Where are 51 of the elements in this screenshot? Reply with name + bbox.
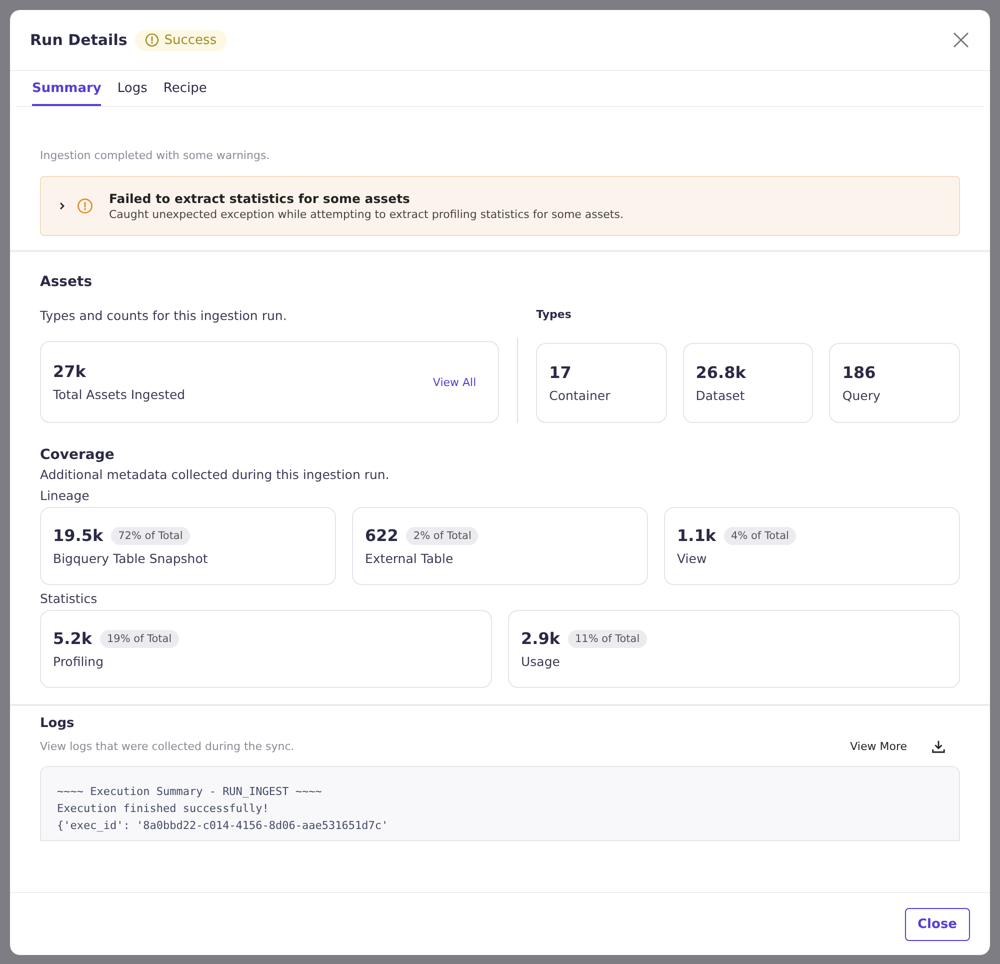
log-line: {'exec_id': '8a0bbd22-c014-4156-8d06-aae531651d7c' (57, 818, 390, 834)
log-line: Execution finished successfully! (57, 801, 270, 817)
stat-value: 27k (53, 362, 87, 381)
share-badge: 2% of Total (406, 526, 478, 544)
share-badge: 19% of Total (100, 630, 179, 648)
download-icon[interactable] (931, 739, 946, 754)
section-title: Coverage (40, 447, 116, 463)
tab[interactable]: Recipe (163, 71, 207, 106)
stat-value: 622 (365, 526, 398, 545)
stat-value: 186 (842, 363, 877, 382)
stat-label: Dataset (696, 388, 746, 403)
stat-label: Container (549, 388, 612, 403)
section-title: Logs (40, 716, 76, 731)
close-icon[interactable] (952, 31, 970, 49)
stat-label: Profiling (53, 654, 105, 669)
warning-icon (77, 198, 93, 214)
share-badge: 11% of Total (568, 630, 647, 648)
stat-value: 17 (549, 363, 572, 382)
stat-label: Bigquery Table Snapshot (53, 551, 209, 566)
stat-value: 2.9k (521, 629, 560, 648)
stat-value: 26.8k (696, 363, 747, 382)
stat-label: Usage (521, 654, 561, 669)
warning-icon (145, 33, 160, 47)
types-label: Types (536, 308, 572, 321)
tab[interactable]: Logs (117, 71, 148, 106)
status-badge: Success (135, 30, 227, 50)
stat-value: 19.5k (53, 526, 104, 545)
stat-value: 1.1k (677, 526, 716, 545)
group-title: Lineage (40, 488, 90, 503)
close-button[interactable]: Close (904, 908, 970, 940)
section-subtitle: View logs that were collected during the sync. (40, 740, 294, 753)
section-title: Assets (40, 274, 94, 290)
stat-label: External Table (365, 551, 454, 566)
group-title: Statistics (40, 591, 98, 606)
stat-label: Total Assets Ingested (53, 387, 186, 402)
status-message: Ingestion completed with some warnings. (40, 149, 271, 162)
alert-title: Failed to extract statistics for some assets (109, 191, 412, 206)
view-all-link[interactable]: View All (422, 376, 486, 388)
tab[interactable]: Summary (32, 71, 102, 106)
alert-detail: Caught unexpected exception while attempting to extract profiling statistics for some assets. (109, 208, 624, 221)
modal-title: Run Details (30, 31, 128, 49)
section-subtitle: Additional metadata collected during this ingestion run. (40, 467, 390, 482)
chevron-right-icon[interactable] (57, 201, 67, 211)
view-more-button[interactable]: View More (850, 740, 907, 753)
stat-value: 5.2k (53, 629, 92, 648)
share-badge: 72% of Total (111, 526, 190, 544)
share-badge: 4% of Total (724, 526, 796, 544)
log-line: ~~~~ Execution Summary - RUN_INGEST ~~~~ (57, 784, 323, 800)
section-subtitle: Types and counts for this ingestion run. (40, 308, 288, 323)
stat-label: Query (842, 388, 882, 403)
stat-label: View (677, 551, 708, 566)
